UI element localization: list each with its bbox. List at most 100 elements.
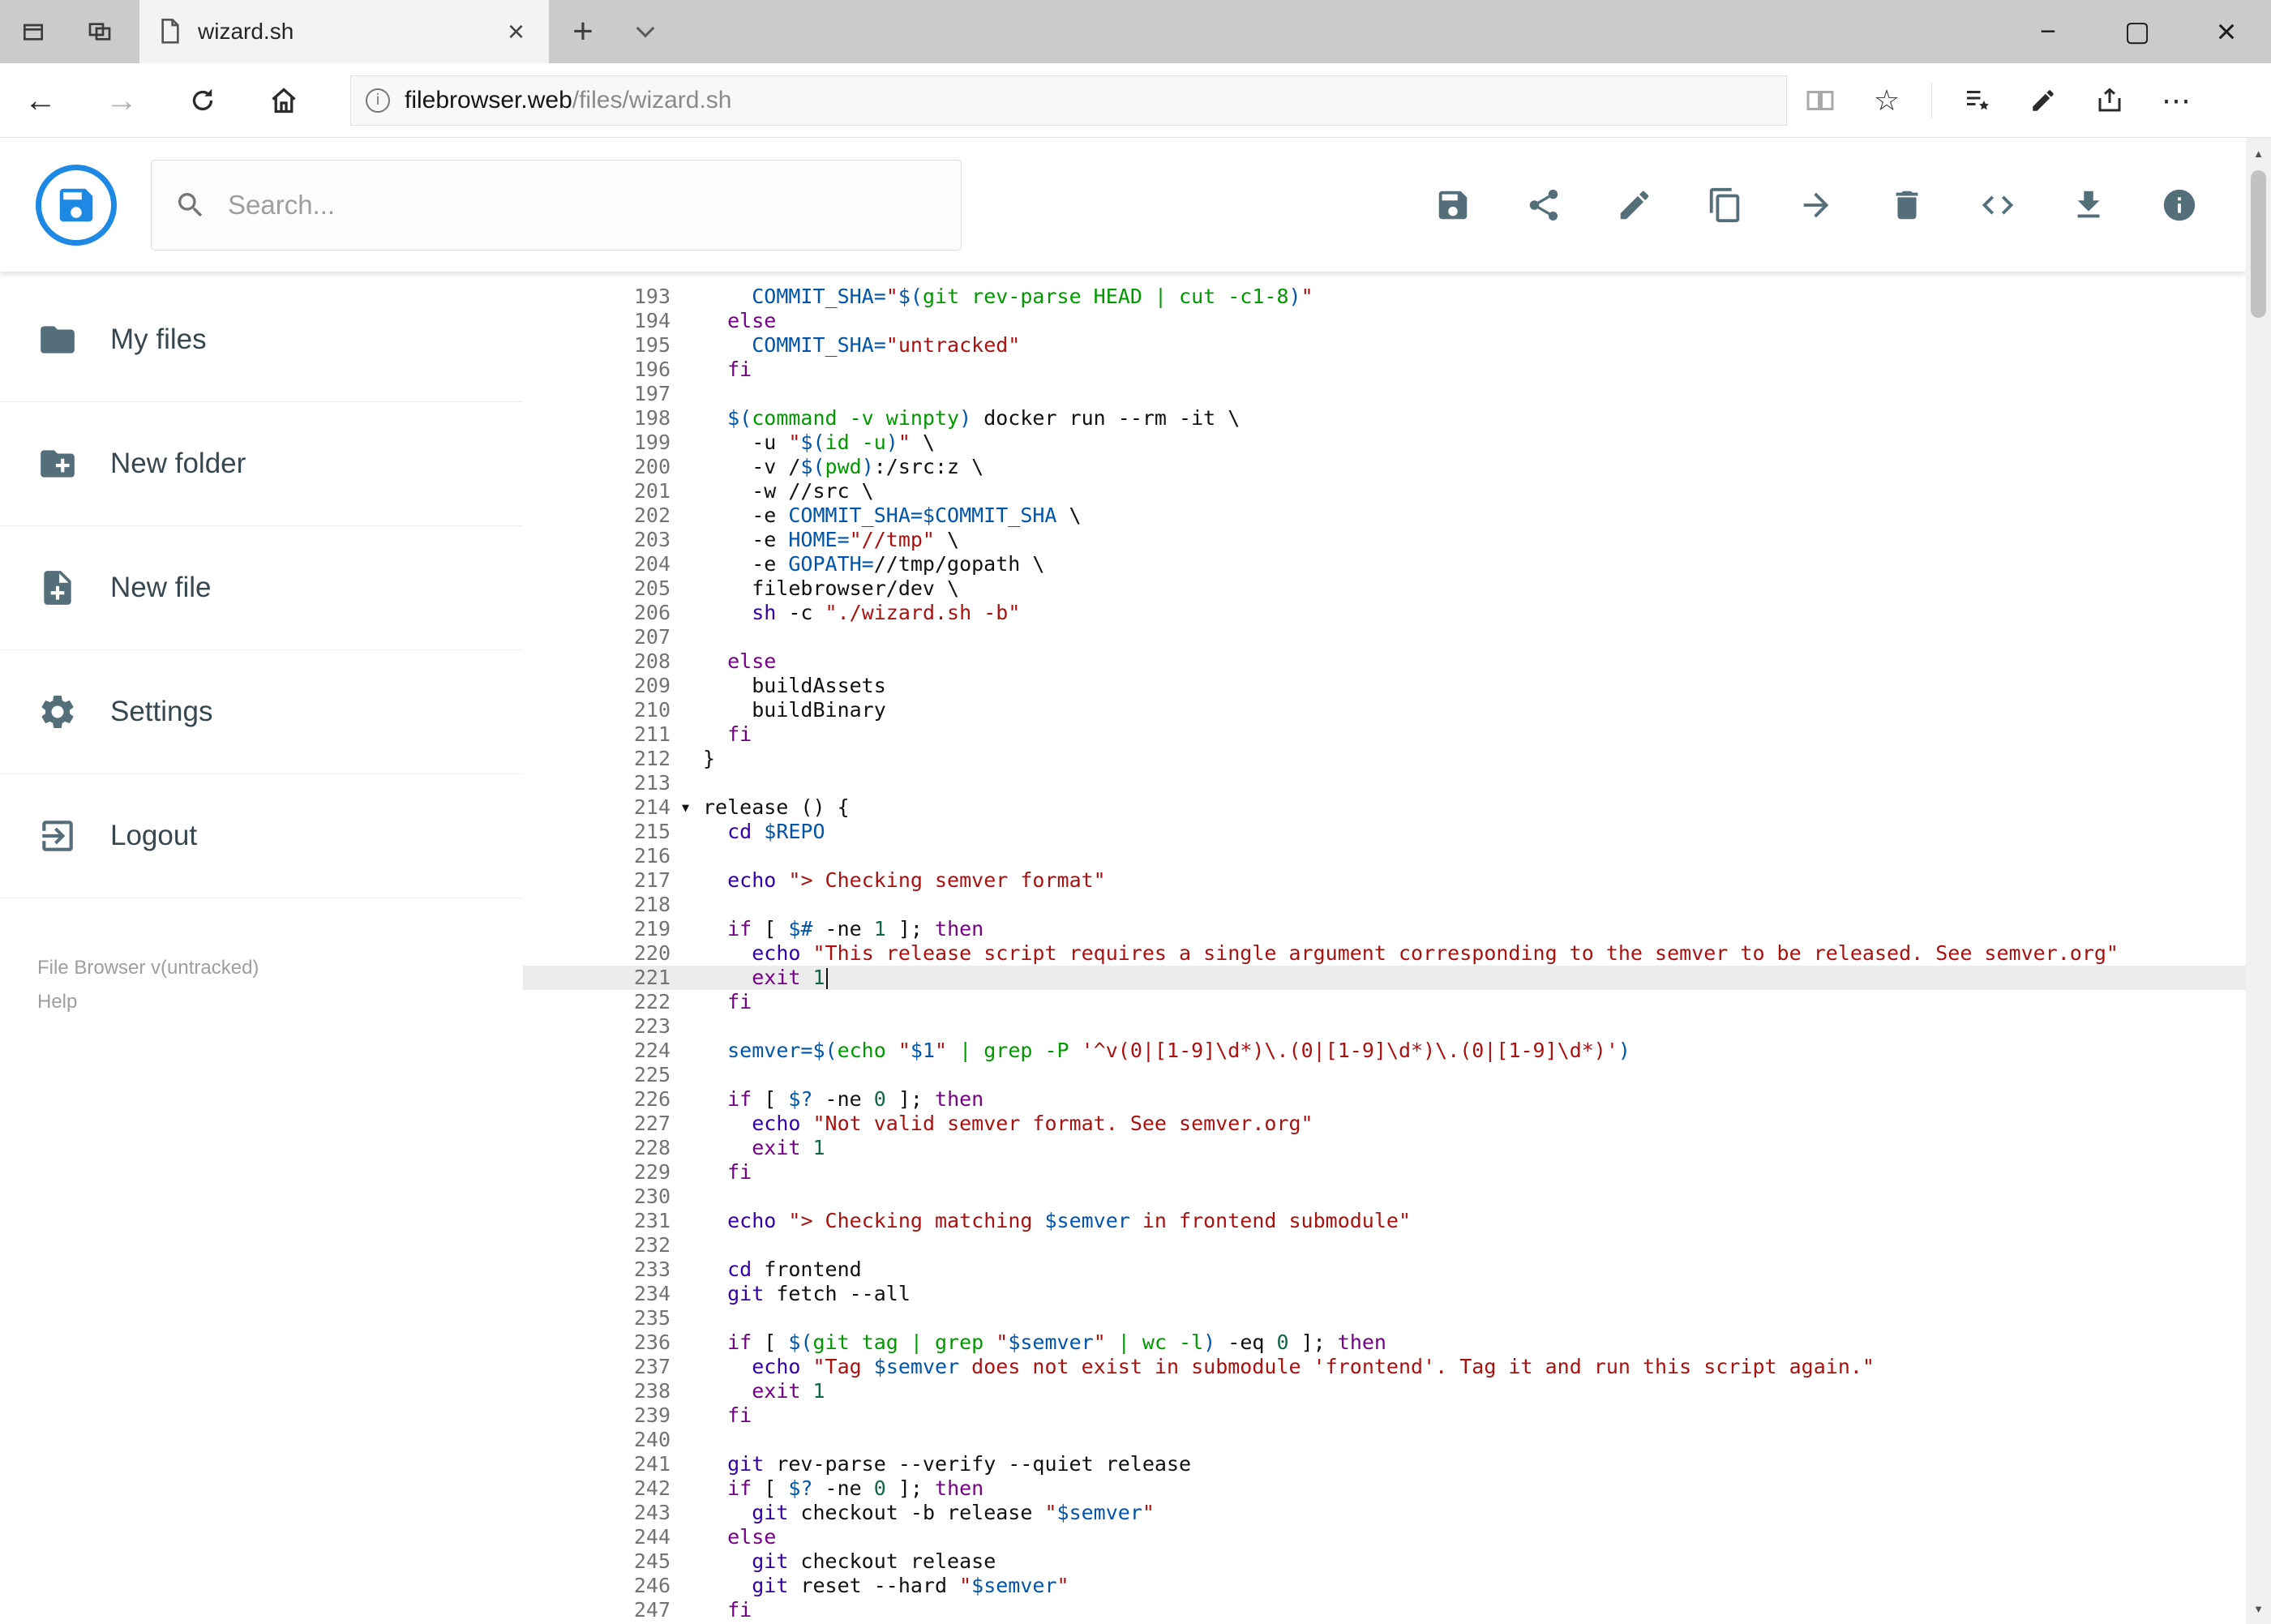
code-editor[interactable]: 193 COMMIT_SHA="$(git rev-parse HEAD | c… bbox=[523, 272, 2246, 1624]
code-line[interactable]: 201 -w //src \ bbox=[523, 479, 2246, 503]
save-button[interactable] bbox=[1408, 160, 1498, 251]
sidebar-item-settings[interactable]: Settings bbox=[0, 650, 523, 774]
code-line[interactable]: 197 bbox=[523, 382, 2246, 406]
scrollbar-thumb[interactable] bbox=[2251, 170, 2266, 318]
code-line[interactable]: 216 bbox=[523, 844, 2246, 868]
code-line[interactable]: 205 filebrowser/dev \ bbox=[523, 576, 2246, 601]
code-line[interactable]: 221 exit 1 bbox=[523, 966, 2246, 990]
code-line[interactable]: 234 git fetch --all bbox=[523, 1282, 2246, 1306]
code-line[interactable]: 222 fi bbox=[523, 990, 2246, 1014]
forward-button[interactable]: → bbox=[81, 84, 162, 117]
sidebar-item-new-folder[interactable]: New folder bbox=[0, 402, 523, 526]
code-line[interactable]: 193 COMMIT_SHA="$(git rev-parse HEAD | c… bbox=[523, 285, 2246, 309]
code-line[interactable]: 245 git checkout release bbox=[523, 1549, 2246, 1574]
code-line[interactable]: 198 $(command -v winpty) docker run --rm… bbox=[523, 406, 2246, 431]
url-field[interactable]: i filebrowser.web/files/wizard.sh bbox=[350, 75, 1787, 126]
code-line[interactable]: 229 fi bbox=[523, 1160, 2246, 1185]
page-scrollbar[interactable]: ▲ ▼ bbox=[2246, 138, 2271, 1624]
code-line[interactable]: 207 bbox=[523, 625, 2246, 649]
help-link[interactable]: Help bbox=[37, 991, 259, 1013]
window-close-button[interactable]: × bbox=[2182, 0, 2271, 63]
scroll-down-arrow-icon[interactable]: ▼ bbox=[2246, 1595, 2271, 1622]
code-line[interactable]: 243 git checkout -b release "$semver" bbox=[523, 1501, 2246, 1525]
code-line[interactable]: 223 bbox=[523, 1014, 2246, 1039]
code-line[interactable]: 199 -u "$(id -u)" \ bbox=[523, 431, 2246, 455]
code-line[interactable]: 235 bbox=[523, 1306, 2246, 1330]
favorite-star-icon[interactable]: ☆ bbox=[1853, 84, 1920, 118]
code-view-button[interactable] bbox=[1952, 160, 2043, 251]
back-button[interactable]: ← bbox=[0, 84, 81, 117]
code-line[interactable]: 206 sh -c "./wizard.sh -b" bbox=[523, 601, 2246, 625]
more-menu-icon[interactable]: ⋯ bbox=[2143, 84, 2209, 118]
copy-button[interactable] bbox=[1680, 160, 1771, 251]
code-line[interactable]: 203 -e HOME="//tmp" \ bbox=[523, 528, 2246, 552]
code-line[interactable]: 215 cd $REPO bbox=[523, 820, 2246, 844]
share-icon[interactable] bbox=[2076, 86, 2143, 115]
site-info-icon[interactable]: i bbox=[366, 88, 390, 113]
code-line[interactable]: 247 fi bbox=[523, 1598, 2246, 1622]
code-line[interactable]: 226 if [ $? -ne 0 ]; then bbox=[523, 1087, 2246, 1112]
code-line[interactable]: 214 ▼ release () { bbox=[523, 795, 2246, 820]
code-line[interactable]: 237 echo "Tag $semver does not exist in … bbox=[523, 1355, 2246, 1379]
code-line[interactable]: 240 bbox=[523, 1428, 2246, 1452]
fold-marker-icon[interactable]: ▼ bbox=[682, 795, 703, 820]
code-line[interactable]: 238 exit 1 bbox=[523, 1379, 2246, 1403]
code-line[interactable]: 230 bbox=[523, 1185, 2246, 1209]
refresh-button[interactable] bbox=[162, 86, 243, 115]
move-button[interactable] bbox=[1771, 160, 1862, 251]
filebrowser-logo[interactable] bbox=[36, 164, 117, 246]
code-line[interactable]: 220 echo "This release script requires a… bbox=[523, 941, 2246, 966]
home-button[interactable] bbox=[243, 86, 324, 115]
code-line[interactable]: 217 echo "> Checking semver format" bbox=[523, 868, 2246, 893]
hub-icon[interactable] bbox=[1943, 86, 2010, 115]
code-line[interactable]: 204 -e GOPATH=//tmp/gopath \ bbox=[523, 552, 2246, 576]
code-line[interactable]: 195 COMMIT_SHA="untracked" bbox=[523, 333, 2246, 358]
sidebar-item-my-files[interactable]: My files bbox=[0, 278, 523, 402]
code-line[interactable]: 239 fi bbox=[523, 1403, 2246, 1428]
code-line[interactable]: 210 buildBinary bbox=[523, 698, 2246, 722]
code-line[interactable]: 194 else bbox=[523, 309, 2246, 333]
set-tabs-aside-icon[interactable] bbox=[0, 0, 66, 63]
sidebar-item-logout[interactable]: Logout bbox=[0, 774, 523, 898]
code-line[interactable]: 219 if [ $# -ne 1 ]; then bbox=[523, 917, 2246, 941]
delete-button[interactable] bbox=[1862, 160, 1952, 251]
code-line[interactable]: 232 bbox=[523, 1233, 2246, 1258]
code-line[interactable]: 212} bbox=[523, 747, 2246, 771]
window-maximize-button[interactable]: ▢ bbox=[2093, 0, 2182, 63]
code-line[interactable]: 227 echo "Not valid semver format. See s… bbox=[523, 1112, 2246, 1136]
code-line[interactable]: 208 else bbox=[523, 649, 2246, 674]
code-line[interactable]: 246 git reset --hard "$semver" bbox=[523, 1574, 2246, 1598]
code-line[interactable]: 200 -v /$(pwd):/src:z \ bbox=[523, 455, 2246, 479]
info-button[interactable] bbox=[2134, 160, 2225, 251]
code-line[interactable]: 241 git rev-parse --verify --quiet relea… bbox=[523, 1452, 2246, 1476]
code-line[interactable]: 236 if [ $(git tag | grep "$semver" | wc… bbox=[523, 1330, 2246, 1355]
code-line[interactable]: 196 fi bbox=[523, 358, 2246, 382]
new-tab-button[interactable]: + bbox=[549, 0, 617, 63]
code-line[interactable]: 231 echo "> Checking matching $semver in… bbox=[523, 1209, 2246, 1233]
code-line[interactable]: 202 -e COMMIT_SHA=$COMMIT_SHA \ bbox=[523, 503, 2246, 528]
annotate-pen-icon[interactable] bbox=[2010, 87, 2076, 114]
code-line[interactable]: 218 bbox=[523, 893, 2246, 917]
code-line[interactable]: 224 semver=$(echo "$1" | grep -P '^v(0|[… bbox=[523, 1039, 2246, 1063]
tab-preview-icon[interactable] bbox=[66, 0, 133, 63]
sidebar-item-new-file[interactable]: New file bbox=[0, 526, 523, 650]
share-button[interactable] bbox=[1498, 160, 1589, 251]
code-line[interactable]: 228 exit 1 bbox=[523, 1136, 2246, 1160]
window-minimize-button[interactable]: − bbox=[2003, 0, 2093, 63]
code-line[interactable]: 242 if [ $? -ne 0 ]; then bbox=[523, 1476, 2246, 1501]
code-line[interactable]: 244 else bbox=[523, 1525, 2246, 1549]
code-line[interactable]: 233 cd frontend bbox=[523, 1258, 2246, 1282]
reading-view-icon[interactable] bbox=[1787, 86, 1853, 115]
tab-close-icon[interactable]: × bbox=[503, 17, 529, 46]
search-bar[interactable] bbox=[151, 159, 962, 251]
download-button[interactable] bbox=[2043, 160, 2134, 251]
code-line[interactable]: 225 bbox=[523, 1063, 2246, 1087]
edit-button[interactable] bbox=[1589, 160, 1680, 251]
tab-list-chevron-icon[interactable] bbox=[617, 0, 674, 63]
code-line[interactable]: 211 fi bbox=[523, 722, 2246, 747]
browser-tab[interactable]: wizard.sh × bbox=[139, 0, 549, 63]
code-line[interactable]: 213 bbox=[523, 771, 2246, 795]
scroll-up-arrow-icon[interactable]: ▲ bbox=[2246, 139, 2271, 167]
search-input[interactable] bbox=[228, 189, 938, 221]
code-line[interactable]: 209 buildAssets bbox=[523, 674, 2246, 698]
